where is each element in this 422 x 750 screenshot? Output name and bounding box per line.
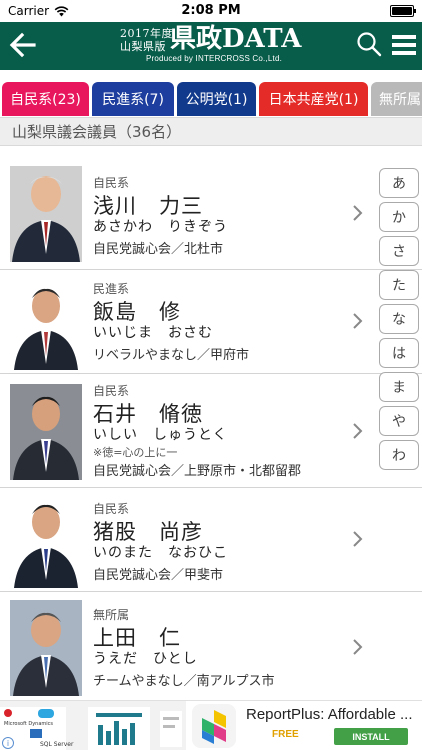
member-kana: いのまた なおひこ <box>93 545 228 561</box>
member-party: 自民系 <box>93 502 130 516</box>
member-kana: あさかわ りきぞう <box>93 219 228 235</box>
tab-minshin[interactable]: 民進系(7) <box>92 82 174 116</box>
list-item[interactable]: 自民系 石井 脩徳 いしい しゅうとく ※徳=心の上に一 自民党誠心会／上野原市… <box>0 374 422 488</box>
ad-info-icon[interactable]: i <box>2 737 14 749</box>
member-faction: 自民党誠心会／甲斐市 <box>93 568 224 583</box>
ad-install-button[interactable]: INSTALL <box>334 728 408 745</box>
search-icon[interactable] <box>356 31 382 57</box>
app-title: 2017年度 山梨県版 県政DATA Produced by INTERCROS… <box>120 24 310 65</box>
member-kana: うえだ ひとし <box>93 651 198 667</box>
status-time: 2:08 PM <box>181 3 241 18</box>
member-kana: いいじま おさむ <box>93 325 213 341</box>
ad-banner[interactable]: Microsoft Dynamics SQL Server i ReportPl… <box>0 700 422 750</box>
ad-free-label: FREE <box>272 729 299 740</box>
list-item[interactable]: 民進系 飯島 修 いいじま おさむ リベラルやまなし／甲府市 <box>0 270 422 374</box>
section-header: 山梨県議会議員（36名） <box>0 118 422 146</box>
status-bar: Carrier 2:08 PM <box>0 0 422 22</box>
tab-jimin[interactable]: 自民系(23) <box>2 82 89 116</box>
member-faction: 自民党誠心会／北杜市 <box>93 242 224 257</box>
ad-thumb-label-dynamics: Microsoft Dynamics <box>4 721 53 727</box>
member-party: 自民系 <box>93 176 130 190</box>
tab-kyosan[interactable]: 日本共産党(1) <box>259 82 368 116</box>
ad-screenshot: Microsoft Dynamics SQL Server i <box>0 701 186 750</box>
title-producer: Produced by INTERCROSS Co.,Ltd. <box>146 54 283 63</box>
member-party: 無所属 <box>93 608 130 622</box>
list-item[interactable]: 無所属 上田 仁 うえだ ひとし チームやまなし／南アルプス市 <box>0 592 422 700</box>
title-year: 2017年度 <box>120 27 173 40</box>
kana-index-ka[interactable]: か <box>379 202 419 232</box>
member-faction: リベラルやまなし／甲府市 <box>93 348 250 363</box>
kana-index-ya[interactable]: や <box>379 406 419 436</box>
chevron-right-icon <box>353 423 363 439</box>
member-party: 自民系 <box>93 384 130 398</box>
title-prefecture: 山梨県版 <box>120 40 166 53</box>
kana-index-ta[interactable]: た <box>379 270 419 300</box>
kana-index-ma[interactable]: ま <box>379 372 419 402</box>
tab-mushozoku[interactable]: 無所属 <box>371 82 422 116</box>
member-photo <box>10 384 82 480</box>
member-party: 民進系 <box>93 282 130 296</box>
title-main: 県政DATA <box>170 24 302 54</box>
kana-index-ha[interactable]: は <box>379 338 419 368</box>
list-item[interactable]: 自民系 猪股 尚彦 いのまた なおひこ 自民党誠心会／甲斐市 <box>0 488 422 592</box>
member-faction: チームやまなし／南アルプス市 <box>93 674 275 689</box>
kana-index-a[interactable]: あ <box>379 168 419 198</box>
chevron-right-icon <box>353 531 363 547</box>
member-photo <box>10 600 82 696</box>
chevron-right-icon <box>353 205 363 221</box>
list-item[interactable]: 自民系 浅川 力三 あさかわ りきぞう 自民党誠心会／北杜市 <box>0 158 422 270</box>
ad-thumb-label-sql: SQL Server <box>40 741 74 748</box>
member-kana: いしい しゅうとく <box>93 427 228 443</box>
member-photo <box>10 492 82 588</box>
member-photo <box>10 166 82 262</box>
kana-index-sa[interactable]: さ <box>379 236 419 266</box>
nav-bar: 2017年度 山梨県版 県政DATA Produced by INTERCROS… <box>0 22 422 70</box>
member-note: ※徳=心の上に一 <box>93 446 178 459</box>
member-faction: 自民党誠心会／上野原市・北都留郡 <box>93 464 302 479</box>
kana-index-wa[interactable]: わ <box>379 440 419 470</box>
member-photo <box>10 274 82 370</box>
kana-index-na[interactable]: な <box>379 304 419 334</box>
ad-title: ReportPlus: Affordable ... <box>246 706 413 723</box>
reportplus-app-icon <box>192 704 236 748</box>
tab-komei[interactable]: 公明党(1) <box>177 82 256 116</box>
battery-icon <box>390 5 416 17</box>
chevron-right-icon <box>353 639 363 655</box>
chevron-right-icon <box>353 313 363 329</box>
menu-icon[interactable] <box>392 34 416 56</box>
back-arrow-icon[interactable] <box>8 30 38 60</box>
party-tabs: 自民系(23) 民進系(7) 公明党(1) 日本共産党(1) 無所属 <box>0 70 422 118</box>
